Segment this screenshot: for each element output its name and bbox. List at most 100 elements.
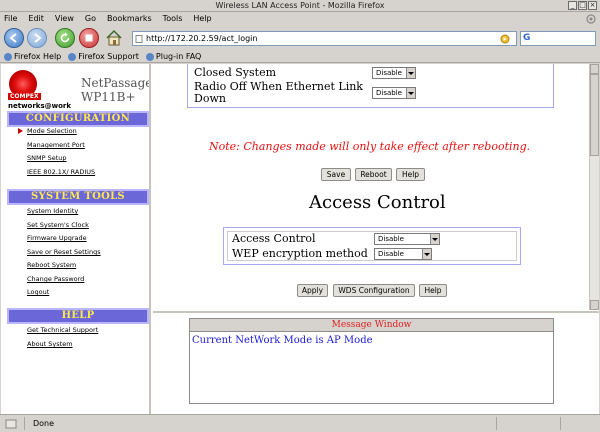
wireless-settings-panel: Closed System Disable Radio Off When Eth… (187, 64, 554, 108)
section-system-tools: SYSTEM TOOLS (7, 189, 149, 205)
current-item-arrow-icon (18, 128, 23, 134)
chevron-down-icon (422, 249, 431, 259)
close-button[interactable]: × (588, 1, 597, 10)
stop-button[interactable] (79, 28, 99, 48)
status-separator (496, 417, 497, 430)
throbber-icon (584, 13, 598, 25)
home-button[interactable] (103, 27, 125, 49)
help-button-2[interactable]: Help (419, 284, 447, 297)
status-bar: Done (0, 414, 600, 432)
menu-tools[interactable]: Tools (163, 14, 183, 23)
bookmark-icon (145, 52, 154, 61)
chevron-down-icon (430, 234, 439, 244)
status-icon (5, 419, 17, 429)
bookmark-label: Firefox Help (14, 52, 62, 61)
menu-help[interactable]: Help (193, 14, 211, 23)
reload-button[interactable] (55, 28, 75, 48)
closed-system-label: Closed System (194, 66, 277, 79)
status-separator (560, 417, 561, 430)
menubar: File Edit View Go Bookmarks Tools Help (0, 12, 600, 25)
reboot-note: Note: Changes made will only take effect… (209, 140, 531, 153)
scroll-down-icon[interactable] (590, 300, 599, 310)
sidebar-link-firmware-upgrade[interactable]: Firmware Upgrade (27, 234, 87, 242)
main-frame: Closed System Disable Radio Off When Eth… (153, 64, 589, 310)
section-title: SYSTEM TOOLS (9, 191, 147, 203)
bookmark-firefox-help[interactable]: Firefox Help (4, 52, 61, 61)
access-control-panel: Access Control Disable WEP encryption me… (223, 227, 521, 265)
section-title: HELP (9, 310, 147, 322)
bookmark-label: Firefox Support (78, 52, 139, 61)
bookmark-icon (4, 52, 12, 61)
radio-off-label-line2: Down (194, 92, 226, 105)
message-text: Current NetWork Mode is AP Mode (192, 335, 373, 346)
url-bar[interactable]: http://172.20.2.59/act_login (132, 31, 517, 46)
sidebar-link-system-identity[interactable]: System Identity (27, 207, 78, 215)
bookmark-label: Plug-in FAQ (155, 52, 202, 61)
search-input[interactable]: G (520, 31, 596, 46)
section-help: HELP (7, 308, 149, 324)
sidebar-link-mode-selection[interactable]: Mode Selection (27, 127, 77, 135)
wep-encryption-select[interactable]: Disable (374, 248, 432, 260)
sidebar-link-snmp-setup[interactable]: SNMP Setup (27, 154, 67, 162)
chevron-down-icon (406, 88, 415, 98)
scroll-thumb[interactable] (590, 74, 599, 156)
logo-text: COMPEX (8, 93, 41, 100)
apply-button[interactable]: Apply (297, 284, 328, 297)
main-scrollbar[interactable] (589, 64, 599, 310)
help-button[interactable]: Help (396, 168, 425, 181)
section-configuration: CONFIGURATION (7, 111, 149, 127)
logo-tagline: networks@work (8, 102, 72, 110)
bookmark-firefox-support[interactable]: Firefox Support (68, 52, 139, 61)
bookmark-icon (68, 52, 77, 61)
back-button[interactable] (4, 28, 24, 48)
sidebar-link-change-password[interactable]: Change Password (27, 275, 84, 283)
sidebar-link-set-clock[interactable]: Set System's Clock (27, 221, 89, 229)
page-icon (135, 35, 143, 43)
minimize-button[interactable]: _ (568, 1, 577, 10)
sidebar-frame: COMPEX networks@work NetPassage WP11B+ C… (1, 64, 151, 414)
access-control-title: Access Control (309, 192, 446, 213)
sidebar-link-logout[interactable]: Logout (27, 288, 49, 296)
radio-off-select[interactable]: Disable (372, 87, 416, 99)
scroll-up-icon[interactable] (590, 64, 599, 74)
wds-configuration-button[interactable]: WDS Configuration (333, 284, 415, 297)
access-control-select[interactable]: Disable (374, 233, 440, 245)
sidebar-link-ieee-radius[interactable]: IEEE 802.1X/ RADIUS (27, 168, 95, 176)
reload-icon (60, 32, 70, 43)
select-value: Disable (376, 69, 402, 77)
message-frame: Message Window Current NetWork Mode is A… (153, 311, 599, 414)
select-value: Disable (376, 89, 402, 97)
go-icon[interactable] (500, 34, 510, 44)
maximize-button[interactable]: □ (578, 1, 587, 10)
product-name: NetPassage WP11B+ (81, 76, 151, 104)
section-title: CONFIGURATION (9, 113, 147, 125)
menu-go[interactable]: Go (85, 14, 96, 23)
arrow-right-icon (34, 33, 42, 43)
menu-edit[interactable]: Edit (28, 14, 44, 23)
url-text: http://172.20.2.59/act_login (146, 34, 258, 43)
menu-view[interactable]: View (55, 14, 74, 23)
menu-file[interactable]: File (4, 14, 17, 23)
sidebar-link-save-reset[interactable]: Save or Reset Settings (27, 248, 101, 256)
message-window-title: Message Window (190, 319, 553, 332)
sidebar-link-reboot[interactable]: Reboot System (27, 261, 76, 269)
sidebar-link-management-port[interactable]: Management Port (27, 141, 85, 149)
browser-content: COMPEX networks@work NetPassage WP11B+ C… (1, 64, 599, 414)
bookmark-plugin-faq[interactable]: Plug-in FAQ (145, 52, 202, 61)
wep-encryption-label: WEP encryption method (232, 247, 368, 260)
closed-system-select[interactable]: Disable (372, 67, 416, 79)
sidebar-link-technical-support[interactable]: Get Technical Support (27, 326, 98, 334)
reboot-button[interactable]: Reboot (355, 168, 392, 181)
status-text: Done (33, 419, 55, 428)
forward-button[interactable] (27, 28, 47, 48)
product-line2: WP11B+ (81, 90, 136, 104)
status-separator (24, 417, 25, 430)
product-line1: NetPassage (81, 76, 151, 90)
sidebar-link-about-system[interactable]: About System (27, 340, 73, 348)
save-button[interactable]: Save (321, 168, 351, 181)
bookmarks-toolbar: Firefox Help Firefox Support Plug-in FAQ (0, 51, 600, 63)
google-icon[interactable]: G (523, 33, 534, 44)
arrow-left-icon (9, 33, 17, 43)
chevron-down-icon (406, 68, 415, 78)
menu-bookmarks[interactable]: Bookmarks (107, 14, 152, 23)
